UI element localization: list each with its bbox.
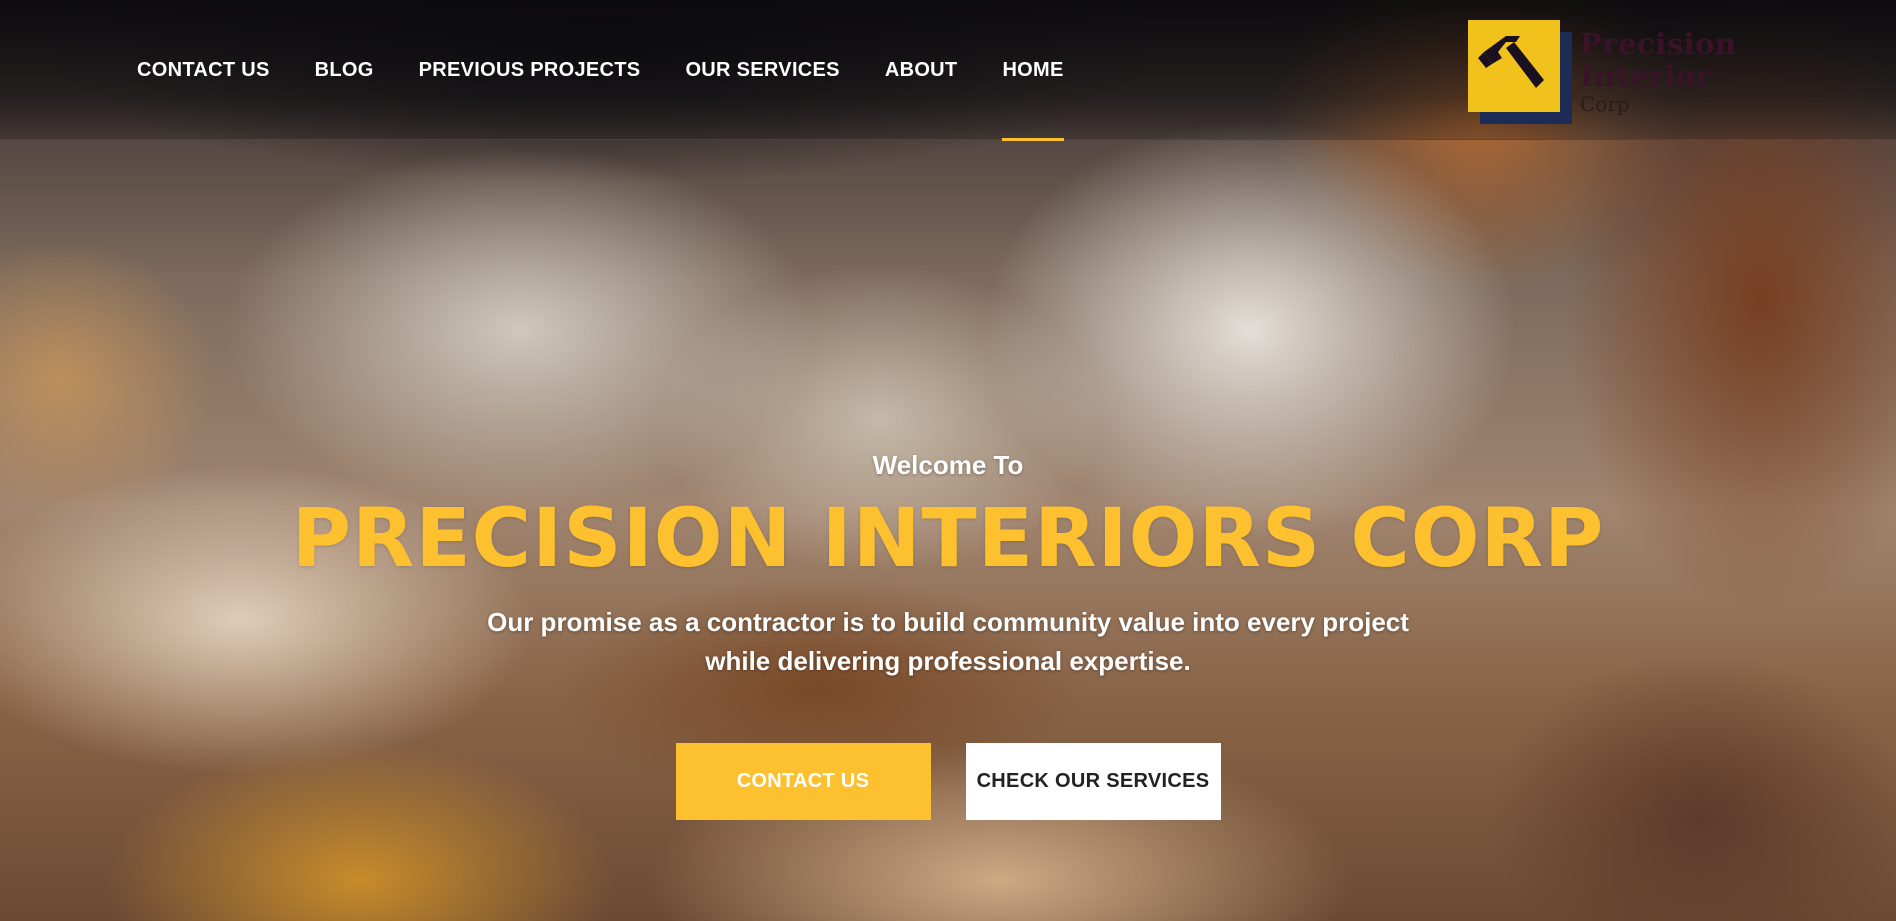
nav-item-about[interactable]: ABOUT	[885, 0, 958, 140]
hero-section: CONTACT US BLOG PREVIOUS PROJECTS OUR SE…	[0, 0, 1896, 921]
nav-item-previous-projects[interactable]: PREVIOUS PROJECTS	[419, 0, 641, 140]
logo-line-corp: Corp	[1580, 92, 1630, 116]
logo-wordmark: Precision Interior Corp	[1580, 27, 1737, 116]
logo-mark	[1468, 20, 1576, 126]
company-logo[interactable]: Precision Interior Corp	[1468, 20, 1768, 130]
nav-item-blog[interactable]: BLOG	[315, 0, 374, 140]
hero-content: Welcome To PRECISION INTERIORS CORP Our …	[0, 445, 1896, 681]
nav-item-home[interactable]: HOME	[1002, 0, 1064, 141]
hero-subtitle: Our promise as a contractor is to build …	[487, 607, 1409, 676]
top-navigation-bar: CONTACT US BLOG PREVIOUS PROJECTS OUR SE…	[0, 0, 1896, 141]
main-nav: CONTACT US BLOG PREVIOUS PROJECTS OUR SE…	[137, 0, 1109, 141]
hero-title: PRECISION INTERIORS CORP	[291, 492, 1605, 586]
hero-welcome-text: Welcome To	[872, 450, 1024, 480]
logo-line-precision: Precision	[1580, 27, 1737, 61]
logo-line-interior: Interior	[1580, 59, 1712, 93]
contact-us-button[interactable]: CONTACT US	[675, 743, 931, 820]
nav-item-our-services[interactable]: OUR SERVICES	[685, 0, 839, 140]
nav-item-contact-us[interactable]: CONTACT US	[137, 0, 270, 140]
hammer-icon	[1478, 36, 1544, 88]
hero-cta-group: CONTACT US CHECK OUR SERVICES	[0, 743, 1896, 820]
check-our-services-button[interactable]: CHECK OUR SERVICES	[965, 743, 1221, 820]
